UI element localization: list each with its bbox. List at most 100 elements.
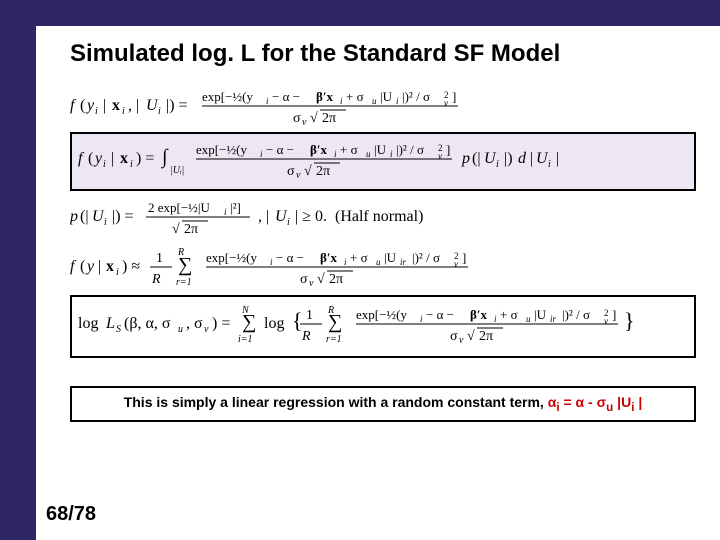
svg-text:v: v [204, 324, 209, 335]
svg-text:(: ( [80, 258, 85, 275]
svg-text:| ≥ 0. (Half normal): | ≥ 0. (Half normal) [295, 208, 423, 225]
svg-text:(β, α, σ: (β, α, σ [124, 315, 171, 332]
svg-text:, σ: , σ [186, 315, 203, 332]
svg-text:i: i [122, 106, 125, 117]
svg-text:log: log [78, 315, 98, 332]
svg-text:i: i [103, 159, 106, 170]
equation-simulated-density: f ( y | xi ) ≈ 1 R ∑ R r=1 exp[−½(yi − α… [70, 243, 696, 291]
svg-text:|: | [103, 97, 106, 114]
svg-text:|: | [556, 150, 559, 167]
equation-simulated-loglik: log LS (β, α, σu , σv ) = ∑ N i=1 log { … [70, 295, 696, 358]
slide-title: Simulated log. L for the Standard SF Mod… [70, 40, 696, 68]
svg-text:u: u [372, 96, 377, 106]
svg-text:|: | [530, 150, 533, 167]
svg-text:|) =: |) = [166, 97, 188, 114]
svg-text:]: ] [452, 89, 456, 104]
svg-text:2π: 2π [479, 329, 493, 344]
svg-text:i: i [130, 159, 133, 170]
svg-text:R: R [327, 305, 334, 316]
svg-text:p: p [461, 150, 470, 167]
note-box: This is simply a linear regression with … [70, 386, 696, 422]
svg-text:− α −: − α − [426, 307, 454, 322]
svg-text:2π: 2π [184, 222, 198, 237]
slide-body: Simulated log. L for the Standard SF Mod… [36, 26, 720, 540]
svg-text:|Uᵢ|: |Uᵢ| [170, 165, 184, 176]
svg-text:(: ( [88, 150, 93, 167]
svg-text:) =: ) = [136, 150, 154, 167]
svg-text:|U: |U [380, 89, 393, 104]
svg-text:|)² / σ: |)² / σ [402, 89, 430, 104]
svg-text:N: N [241, 305, 250, 316]
equation-integrated-density: f ( yi | xi ) = ∫|Uᵢ| exp[−½(yi − α − β′… [70, 132, 696, 191]
svg-text:− α −: − α − [276, 250, 304, 265]
svg-text:|)² / σ: |)² / σ [396, 142, 424, 157]
svg-text:y: y [93, 150, 103, 167]
svg-text:i: i [344, 257, 347, 267]
svg-text:]: ] [446, 142, 450, 157]
svg-text:(|: (| [472, 150, 481, 167]
svg-text:i: i [158, 106, 161, 117]
svg-text:β′x: β′x [316, 89, 334, 104]
svg-text:exp[−½(y: exp[−½(y [356, 307, 408, 322]
svg-text:|U: |U [384, 250, 397, 265]
svg-text:√: √ [310, 111, 318, 126]
svg-text:|)² / σ: |)² / σ [412, 250, 440, 265]
svg-text:) ≈: ) ≈ [122, 258, 140, 275]
svg-text:∫: ∫ [160, 146, 169, 169]
svg-text:2π: 2π [329, 272, 343, 287]
svg-text:u: u [526, 314, 531, 324]
svg-text:S: S [116, 324, 121, 335]
note-lead: This is simply a linear regression with … [124, 394, 548, 410]
svg-text:exp[−½(y: exp[−½(y [196, 142, 248, 157]
svg-text:r=1: r=1 [326, 334, 342, 345]
svg-text:|: | [111, 150, 114, 167]
svg-text:f: f [78, 150, 85, 167]
svg-text:i: i [270, 257, 273, 267]
svg-text:i: i [494, 314, 497, 324]
svg-text:√: √ [317, 272, 325, 287]
svg-text:− α −: − α − [272, 89, 300, 104]
svg-text:i: i [95, 106, 98, 117]
svg-text:σ: σ [450, 329, 458, 344]
svg-text:i: i [104, 217, 107, 228]
svg-text:, |: , | [128, 97, 139, 114]
svg-text:ir: ir [550, 314, 557, 324]
svg-text:+ σ: + σ [340, 142, 358, 157]
page-number: 68/78 [46, 503, 96, 526]
svg-text:2π: 2π [322, 111, 336, 126]
svg-text:v: v [302, 117, 307, 128]
svg-text:R: R [151, 272, 161, 287]
svg-text:i: i [420, 314, 423, 324]
svg-text:y: y [85, 258, 95, 275]
svg-text:u: u [376, 257, 381, 267]
svg-text:f: f [70, 258, 77, 275]
svg-text:1: 1 [156, 251, 163, 266]
svg-text:− α −: − α − [266, 142, 294, 157]
left-banner [0, 26, 36, 540]
svg-text:√: √ [172, 222, 180, 237]
equation-density-conditional: f ( yi | xi , | Ui |) = exp[−½(yi − α − … [70, 84, 696, 128]
svg-text:v: v [296, 170, 301, 181]
svg-text:+ σ: + σ [500, 307, 518, 322]
svg-text:p: p [70, 208, 78, 225]
svg-text:i: i [334, 149, 337, 159]
svg-text:i: i [116, 267, 119, 278]
svg-text:i: i [340, 96, 343, 106]
svg-text:σ: σ [293, 111, 301, 126]
svg-text:β′x: β′x [470, 307, 488, 322]
svg-text:i: i [287, 217, 290, 228]
svg-text:i: i [390, 149, 393, 159]
equation-half-normal: p (| Ui |) = 2 exp[−½|Ui |²] √ 2π , | Ui… [70, 195, 696, 239]
svg-text:|U: |U [534, 307, 547, 322]
svg-text:{: { [292, 308, 303, 333]
svg-text:L: L [105, 315, 115, 332]
svg-text:exp[−½(y: exp[−½(y [202, 89, 254, 104]
svg-text:1: 1 [306, 308, 313, 323]
svg-text:|U: |U [374, 142, 387, 157]
svg-text:R: R [177, 247, 184, 258]
svg-text:]: ] [612, 307, 616, 322]
svg-text:+ σ: + σ [350, 250, 368, 265]
svg-text:y: y [85, 97, 95, 114]
svg-text:(: ( [80, 97, 85, 114]
svg-text:f: f [70, 97, 77, 114]
